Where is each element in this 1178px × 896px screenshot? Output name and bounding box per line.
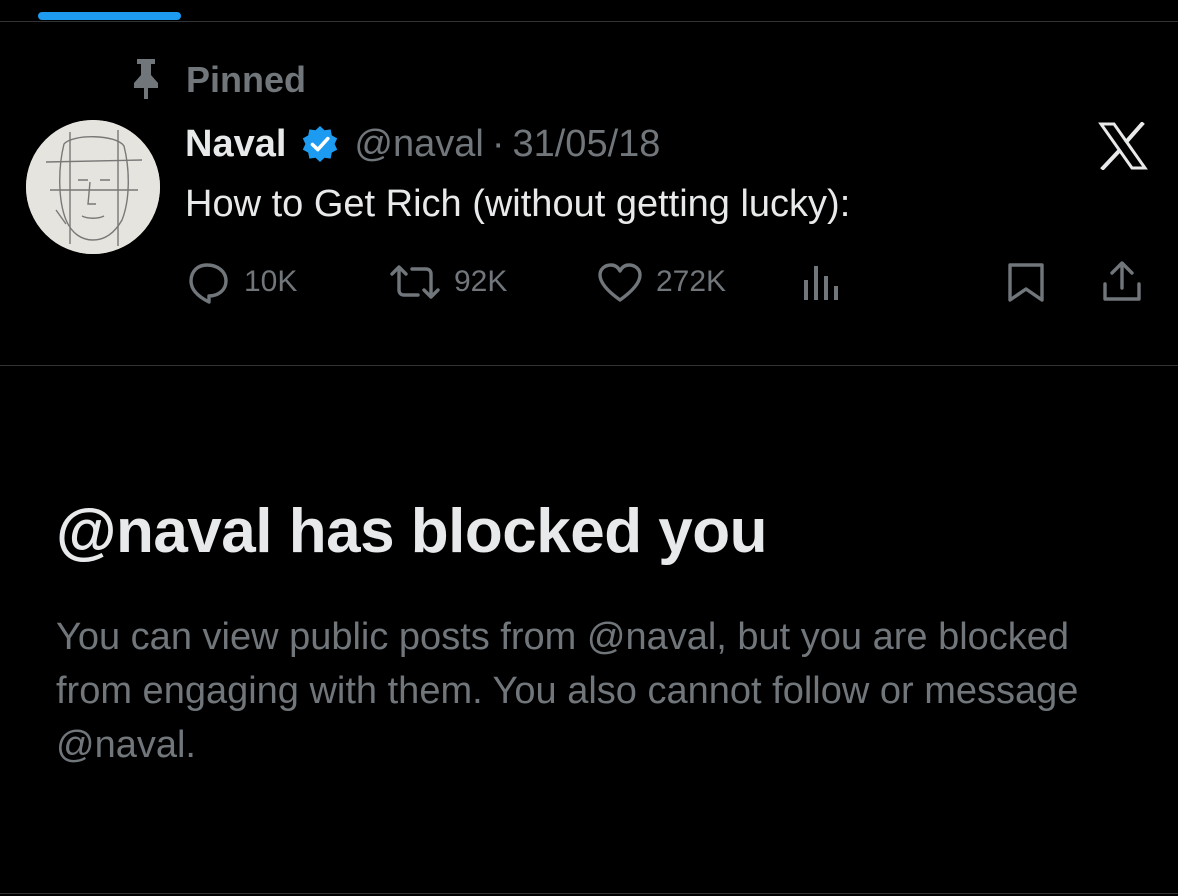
separator-dot: · — [491, 122, 505, 165]
bookmark-button[interactable] — [1004, 260, 1048, 304]
heart-icon — [596, 260, 644, 304]
profile-page: Pinned Naval @naval · 31/05/18 How to Ge… — [0, 0, 1178, 896]
pinned-row: Pinned — [128, 58, 306, 102]
active-tab-indicator — [38, 12, 181, 20]
blocked-title: @naval has blocked you — [56, 497, 768, 566]
reply-icon — [186, 260, 232, 304]
repost-count: 92K — [454, 265, 508, 298]
views-button[interactable] — [800, 260, 846, 304]
reply-button[interactable]: 10K — [186, 260, 297, 304]
like-count: 272K — [656, 265, 727, 298]
blocked-description: You can view public posts from @naval, b… — [56, 616, 1079, 766]
pinned-label: Pinned — [186, 59, 307, 100]
share-icon — [1100, 260, 1144, 304]
bottom-divider — [0, 893, 1178, 894]
author-name[interactable]: Naval — [185, 123, 286, 166]
like-button[interactable]: 272K — [596, 260, 726, 304]
pin-icon — [128, 56, 164, 105]
tweet-text[interactable]: How to Get Rich (without getting lucky): — [185, 176, 850, 232]
bookmark-icon — [1004, 260, 1048, 304]
tweet-divider — [0, 365, 1178, 366]
x-logo-icon — [1098, 121, 1148, 171]
tweet-date[interactable]: 31/05/18 — [512, 123, 660, 166]
verified-badge-icon — [300, 124, 340, 164]
author-handle[interactable]: @naval — [354, 123, 483, 166]
repost-button[interactable]: 92K — [388, 260, 507, 304]
share-button[interactable] — [1100, 260, 1144, 304]
analytics-icon — [800, 260, 846, 304]
repost-icon — [388, 260, 442, 304]
avatar[interactable] — [26, 120, 160, 254]
tab-divider — [0, 21, 1178, 22]
reply-count: 10K — [244, 265, 298, 298]
tweet-header: Naval @naval · 31/05/18 — [185, 116, 660, 172]
